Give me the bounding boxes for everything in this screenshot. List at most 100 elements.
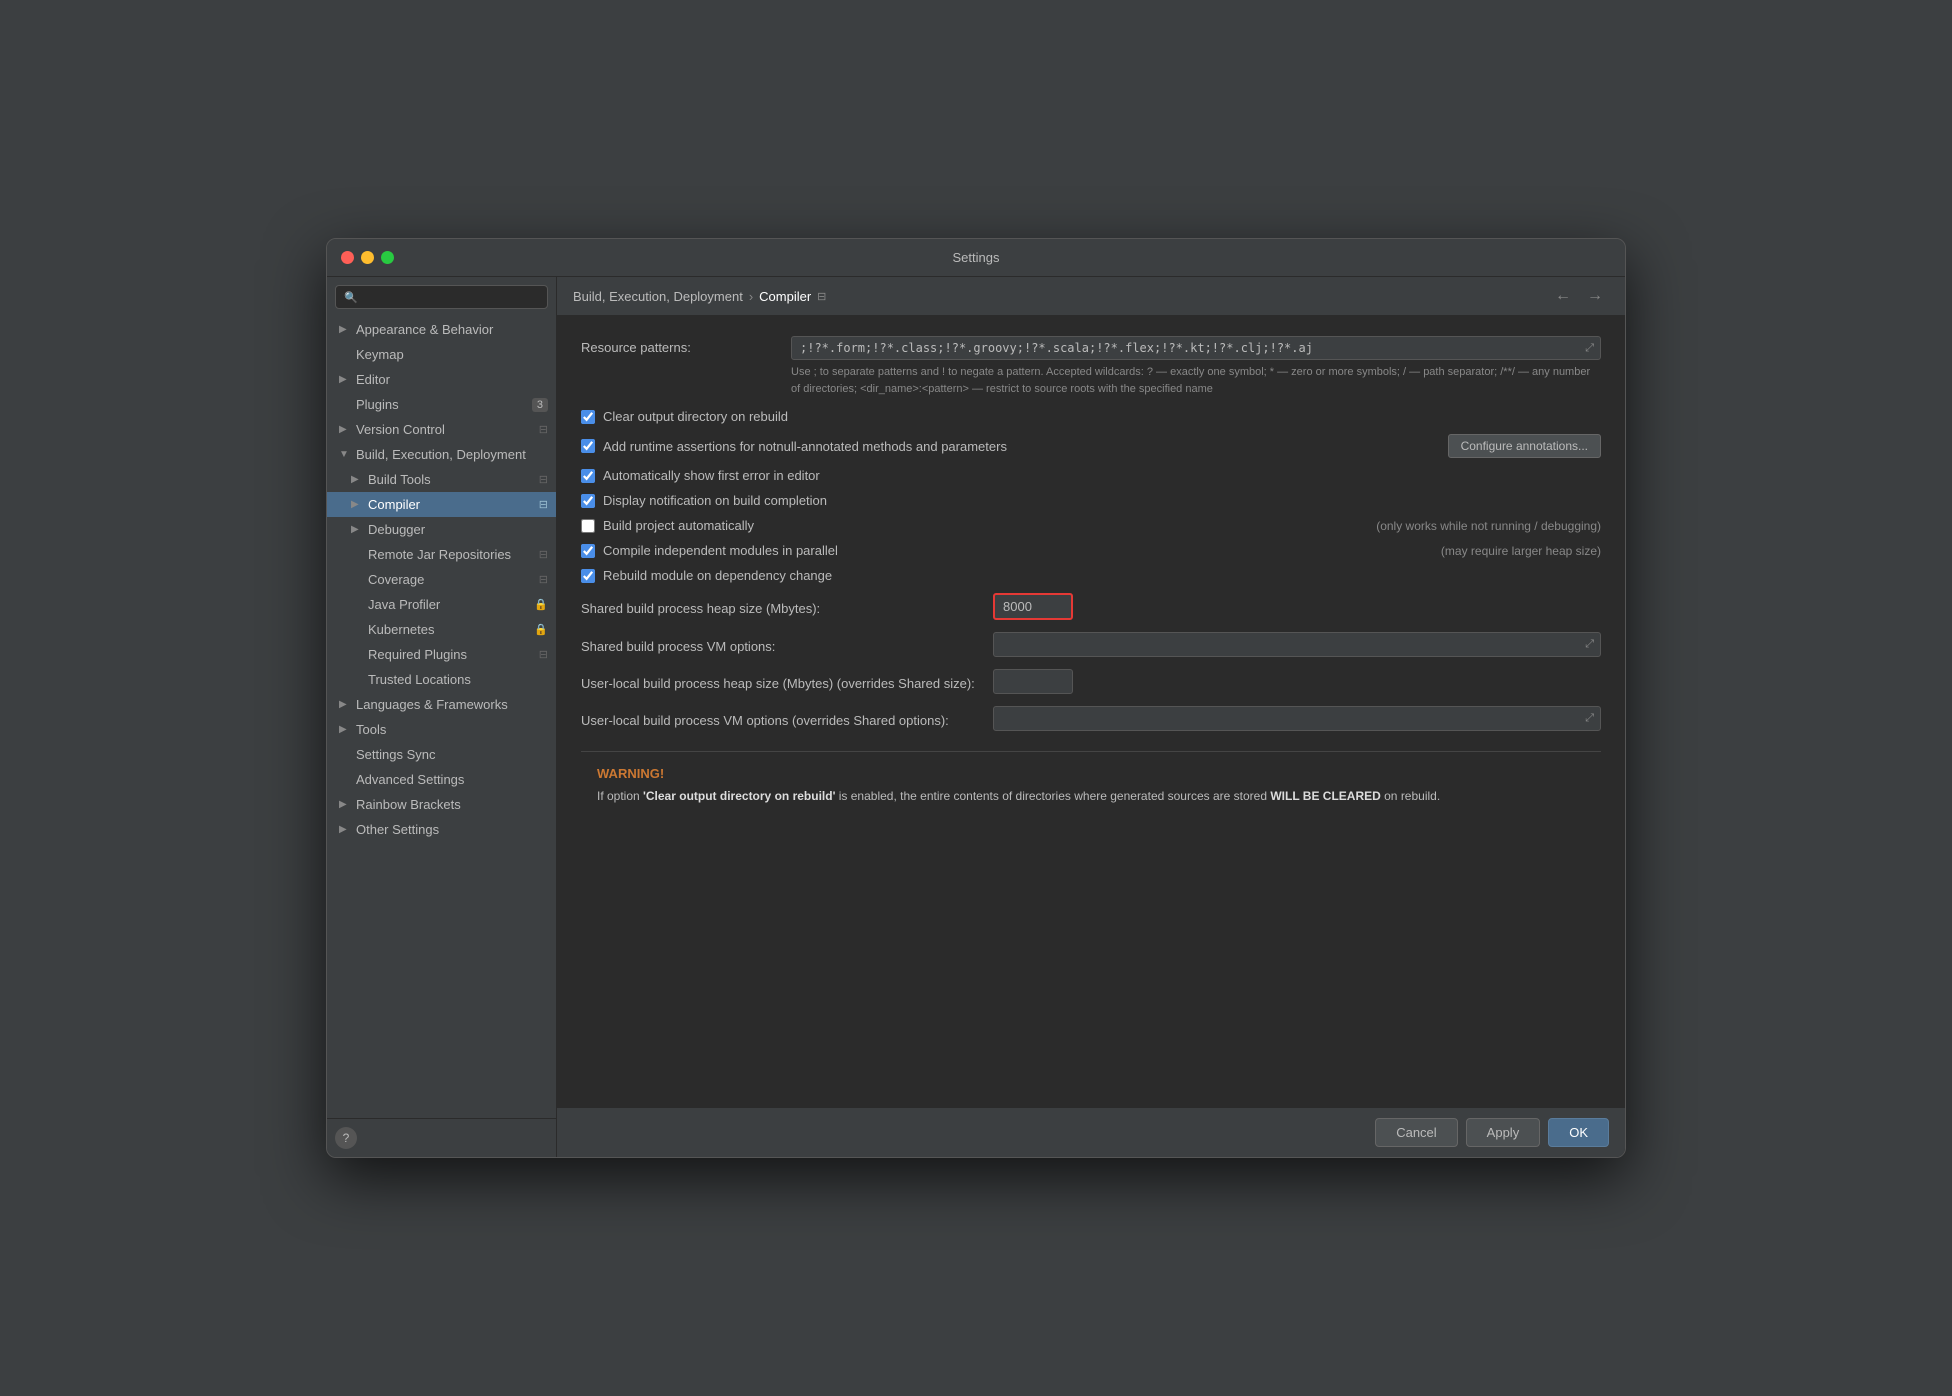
sidebar-item-java-profiler[interactable]: Java Profiler 🔒 xyxy=(327,592,556,617)
sidebar-item-remote-jar[interactable]: Remote Jar Repositories ⊟ xyxy=(327,542,556,567)
sidebar-item-label: Trusted Locations xyxy=(368,672,471,687)
sidebar-item-settings-sync[interactable]: Settings Sync xyxy=(327,742,556,767)
chevron-right-icon: ▶ xyxy=(351,499,363,510)
warning-title: WARNING! xyxy=(597,766,1585,781)
warning-box: WARNING! If option 'Clear output directo… xyxy=(581,751,1601,820)
add-runtime-checkbox[interactable] xyxy=(581,439,595,453)
shared-vm-expand-button[interactable]: ⤢ xyxy=(1579,634,1600,655)
resource-patterns-expand-button[interactable]: ⤢ xyxy=(1579,338,1600,359)
sidebar-item-label: Debugger xyxy=(368,522,425,537)
sidebar-item-version-control[interactable]: ▶ Version Control ⊟ xyxy=(327,417,556,442)
db-icon: ⊟ xyxy=(539,423,548,436)
sidebar-item-rainbow-brackets[interactable]: ▶ Rainbow Brackets xyxy=(327,792,556,817)
resource-patterns-input[interactable] xyxy=(792,337,1579,359)
chevron-right-icon: ▶ xyxy=(339,824,351,835)
show-first-error-row: Automatically show first error in editor xyxy=(581,468,1601,483)
build-auto-checkbox[interactable] xyxy=(581,519,595,533)
show-first-error-checkbox[interactable] xyxy=(581,469,595,483)
sidebar-item-label: Editor xyxy=(356,372,390,387)
maximize-button[interactable] xyxy=(381,251,394,264)
sidebar-item-coverage[interactable]: Coverage ⊟ xyxy=(327,567,556,592)
db-icon: ⊟ xyxy=(539,548,548,561)
db-icon: ⊟ xyxy=(539,473,548,486)
sidebar-item-build-exec-deploy[interactable]: ▼ Build, Execution, Deployment xyxy=(327,442,556,467)
db-icon: ⊟ xyxy=(539,573,548,586)
search-box[interactable]: 🔍 xyxy=(335,285,548,309)
sidebar-item-label: Required Plugins xyxy=(368,647,467,662)
sidebar-item-plugins[interactable]: Plugins 3 xyxy=(327,392,556,417)
compile-parallel-hint: (may require larger heap size) xyxy=(1431,544,1601,558)
sidebar-item-label: Version Control xyxy=(356,422,445,437)
close-button[interactable] xyxy=(341,251,354,264)
rebuild-dep-row: Rebuild module on dependency change xyxy=(581,568,1601,583)
sidebar-item-label: Rainbow Brackets xyxy=(356,797,461,812)
help-button[interactable]: ? xyxy=(335,1127,357,1149)
sidebar-item-label: Remote Jar Repositories xyxy=(368,547,511,562)
nav-back-button[interactable]: ← xyxy=(1549,285,1577,307)
display-notification-checkbox[interactable] xyxy=(581,494,595,508)
compile-parallel-label: Compile independent modules in parallel xyxy=(603,543,838,558)
shared-vm-input[interactable] xyxy=(994,633,1579,656)
shared-heap-label: Shared build process heap size (Mbytes): xyxy=(581,597,981,616)
compile-parallel-checkbox[interactable] xyxy=(581,544,595,558)
rebuild-dep-checkbox[interactable] xyxy=(581,569,595,583)
user-vm-expand-button[interactable]: ⤢ xyxy=(1579,708,1600,729)
sidebar-item-advanced-settings[interactable]: Advanced Settings xyxy=(327,767,556,792)
chevron-right-icon: ▶ xyxy=(339,424,351,435)
sidebar-item-keymap[interactable]: Keymap xyxy=(327,342,556,367)
sidebar-item-appearance[interactable]: ▶ Appearance & Behavior xyxy=(327,317,556,342)
chevron-right-icon: ▶ xyxy=(339,699,351,710)
cancel-button[interactable]: Cancel xyxy=(1375,1118,1457,1147)
configure-annotations-button[interactable]: Configure annotations... xyxy=(1448,434,1601,458)
user-vm-row: User-local build process VM options (ove… xyxy=(581,706,1601,731)
shared-vm-label: Shared build process VM options: xyxy=(581,635,981,654)
sidebar-item-kubernetes[interactable]: Kubernetes 🔒 xyxy=(327,617,556,642)
clear-output-row: Clear output directory on rebuild xyxy=(581,409,1601,424)
nav-forward-button[interactable]: → xyxy=(1581,285,1609,307)
chevron-right-icon: ▶ xyxy=(339,799,351,810)
add-runtime-row: Add runtime assertions for notnull-annot… xyxy=(581,434,1601,458)
user-heap-row: User-local build process heap size (Mbyt… xyxy=(581,669,1601,694)
user-vm-label: User-local build process VM options (ove… xyxy=(581,709,981,728)
user-heap-input[interactable] xyxy=(993,669,1073,694)
db-icon: ⊟ xyxy=(539,498,548,511)
show-first-error-label: Automatically show first error in editor xyxy=(603,468,820,483)
minimize-button[interactable] xyxy=(361,251,374,264)
sidebar-item-debugger[interactable]: ▶ Debugger xyxy=(327,517,556,542)
resource-patterns-row: Resource patterns: ⤢ Use ; to separate p… xyxy=(581,336,1601,397)
sidebar-item-label: Other Settings xyxy=(356,822,439,837)
footer: Cancel Apply OK xyxy=(557,1107,1625,1157)
shared-vm-input-wrap: ⤢ xyxy=(993,632,1601,657)
compile-parallel-row: Compile independent modules in parallel … xyxy=(581,543,1601,558)
lock-icon: 🔒 xyxy=(534,598,548,611)
sidebar-item-tools[interactable]: ▶ Tools xyxy=(327,717,556,742)
shared-heap-input[interactable] xyxy=(993,593,1073,620)
chevron-right-icon: ▶ xyxy=(351,524,363,535)
sidebar-item-trusted-locations[interactable]: Trusted Locations xyxy=(327,667,556,692)
sidebar-item-compiler[interactable]: ▶ Compiler ⊟ xyxy=(327,492,556,517)
db-icon: ⊟ xyxy=(539,648,548,661)
breadcrumb-navigation: ← → xyxy=(1549,285,1609,307)
search-input[interactable] xyxy=(363,290,539,304)
settings-window: Settings 🔍 ▶ Appearance & Behavior Keyma… xyxy=(326,238,1626,1158)
window-controls xyxy=(341,251,394,264)
sidebar-item-other-settings[interactable]: ▶ Other Settings xyxy=(327,817,556,842)
ok-button[interactable]: OK xyxy=(1548,1118,1609,1147)
apply-button[interactable]: Apply xyxy=(1466,1118,1541,1147)
sidebar-bottom: ? xyxy=(327,1118,556,1157)
chevron-right-icon: ▶ xyxy=(351,474,363,485)
sidebar-item-languages-frameworks[interactable]: ▶ Languages & Frameworks xyxy=(327,692,556,717)
rebuild-dep-label: Rebuild module on dependency change xyxy=(603,568,832,583)
user-vm-input[interactable] xyxy=(994,707,1579,730)
sidebar-item-label: Keymap xyxy=(356,347,404,362)
resource-patterns-hint: Use ; to separate patterns and ! to nega… xyxy=(791,364,1601,397)
sidebar-item-build-tools[interactable]: ▶ Build Tools ⊟ xyxy=(327,467,556,492)
display-notification-row: Display notification on build completion xyxy=(581,493,1601,508)
clear-output-checkbox[interactable] xyxy=(581,410,595,424)
sidebar-item-editor[interactable]: ▶ Editor xyxy=(327,367,556,392)
plugins-badge: 3 xyxy=(532,398,548,412)
sidebar-item-label: Appearance & Behavior xyxy=(356,322,493,337)
resource-patterns-label: Resource patterns: xyxy=(581,336,781,355)
main-content: 🔍 ▶ Appearance & Behavior Keymap ▶ Edito… xyxy=(327,277,1625,1157)
sidebar-item-required-plugins[interactable]: Required Plugins ⊟ xyxy=(327,642,556,667)
